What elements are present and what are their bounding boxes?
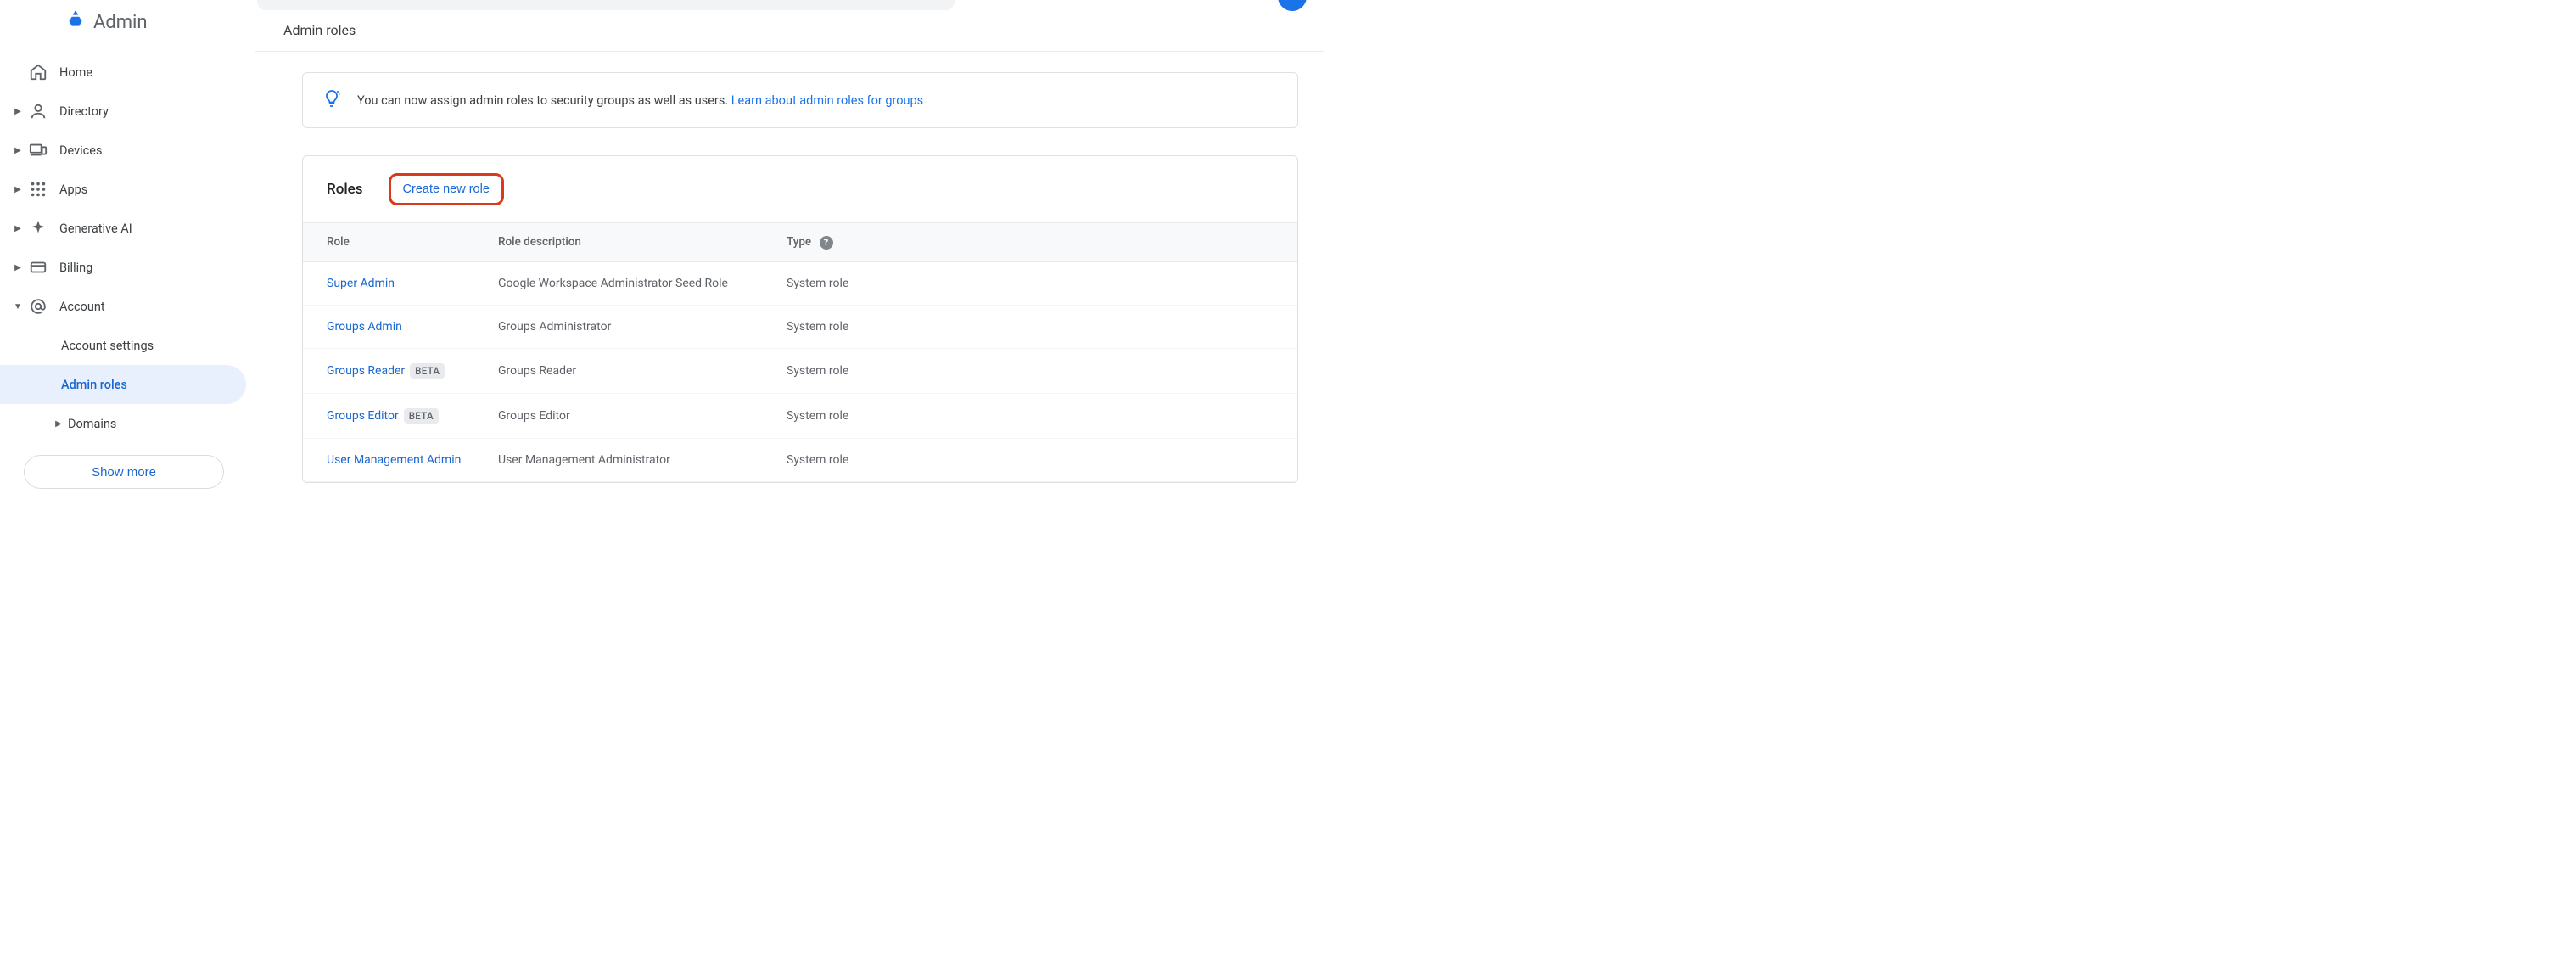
cell-type: System role <box>770 393 1297 438</box>
caret-right-icon: ▶ <box>10 224 25 233</box>
cell-role: User Management Admin <box>303 438 481 481</box>
home-icon <box>25 63 59 81</box>
cell-description: Groups Reader <box>481 348 770 393</box>
brand-row: Admin <box>0 8 255 53</box>
sidebar-item-label: Admin roles <box>61 378 127 392</box>
card-icon <box>25 258 59 277</box>
sidebar-item-apps[interactable]: ▶ Apps <box>0 170 255 209</box>
brand-logo-icon <box>64 8 87 36</box>
at-icon <box>25 297 59 316</box>
sidebar-item-devices[interactable]: ▶ Devices <box>0 131 255 170</box>
role-link[interactable]: Super Admin <box>327 277 395 290</box>
devices-icon <box>25 141 59 160</box>
sidebar-item-label: Account settings <box>61 339 154 353</box>
beta-badge: BETA <box>404 408 439 424</box>
topbar <box>255 0 1324 10</box>
sidebar-item-label: Billing <box>59 261 92 275</box>
cell-description: Groups Editor <box>481 393 770 438</box>
sidebar-item-home[interactable]: Home <box>0 53 255 92</box>
cell-role: Super Admin <box>303 261 481 305</box>
role-link[interactable]: Groups Editor <box>327 409 399 423</box>
banner-link[interactable]: Learn about admin roles for groups <box>731 93 923 108</box>
apps-grid-icon <box>25 180 59 199</box>
cell-type: System role <box>770 438 1297 481</box>
banner-text: You can now assign admin roles to securi… <box>357 93 923 108</box>
sidebar-item-label: Apps <box>59 182 87 197</box>
table-row[interactable]: Groups Admin Groups AdministratorSystem r… <box>303 305 1297 348</box>
cell-role: Groups Editor BETA <box>303 393 481 438</box>
sidebar-nav: Home ▶ Directory ▶ Devices ▶ <box>0 53 255 443</box>
beta-badge: BETA <box>410 363 445 379</box>
roles-card: Roles Create new role Role Role descript… <box>302 155 1298 483</box>
sidebar: Admin Home ▶ Directory ▶ <box>0 0 255 501</box>
sidebar-item-label: Domains <box>68 417 116 431</box>
cell-description: Google Workspace Administrator Seed Role <box>481 261 770 305</box>
cell-role: Groups Admin <box>303 305 481 348</box>
cell-description: Groups Administrator <box>481 305 770 348</box>
caret-right-icon: ▶ <box>10 107 25 116</box>
sidebar-item-label: Directory <box>59 104 109 119</box>
sidebar-item-label: Generative AI <box>59 222 132 236</box>
info-banner: You can now assign admin roles to securi… <box>302 72 1298 128</box>
caret-right-icon: ▶ <box>10 263 25 272</box>
table-row[interactable]: Groups EditorBETAGroups EditorSystem rol… <box>303 393 1297 438</box>
lightbulb-icon <box>322 88 342 112</box>
brand-label: Admin <box>93 12 148 33</box>
table-row[interactable]: Groups ReaderBETAGroups ReaderSystem rol… <box>303 348 1297 393</box>
role-link[interactable]: Groups Admin <box>327 320 402 334</box>
sidebar-item-label: Account <box>59 300 105 314</box>
cell-type: System role <box>770 261 1297 305</box>
cell-type: System role <box>770 305 1297 348</box>
caret-right-icon: ▶ <box>10 146 25 155</box>
column-header-type[interactable]: Type ? <box>770 223 1297 262</box>
sidebar-item-directory[interactable]: ▶ Directory <box>0 92 255 131</box>
sidebar-item-billing[interactable]: ▶ Billing <box>0 248 255 287</box>
sidebar-item-account-settings[interactable]: Account settings <box>0 326 255 365</box>
roles-table: Role Role description Type ? Super Admin… <box>303 222 1297 482</box>
table-row[interactable]: User Management Admin User Management Adm… <box>303 438 1297 481</box>
sparkle-icon <box>25 219 59 238</box>
role-link[interactable]: User Management Admin <box>327 453 461 467</box>
caret-right-icon: ▶ <box>51 419 66 429</box>
role-link[interactable]: Groups Reader <box>327 364 405 378</box>
caret-down-icon: ▼ <box>10 302 25 312</box>
cell-role: Groups Reader BETA <box>303 348 481 393</box>
sidebar-item-generative-ai[interactable]: ▶ Generative AI <box>0 209 255 248</box>
column-header-role[interactable]: Role <box>303 223 481 262</box>
table-row[interactable]: Super Admin Google Workspace Administrato… <box>303 261 1297 305</box>
banner-message: You can now assign admin roles to securi… <box>357 93 731 108</box>
sidebar-item-label: Home <box>59 65 92 80</box>
sidebar-item-domains[interactable]: ▶ Domains <box>0 404 255 443</box>
content: You can now assign admin roles to securi… <box>255 52 1324 483</box>
roles-heading: Roles <box>327 181 363 198</box>
sidebar-item-admin-roles[interactable]: Admin roles <box>0 365 246 404</box>
sidebar-item-label: Devices <box>59 143 102 158</box>
sidebar-item-account[interactable]: ▼ Account <box>0 287 255 326</box>
cell-type: System role <box>770 348 1297 393</box>
person-icon <box>25 102 59 121</box>
show-more-button[interactable]: Show more <box>24 455 224 489</box>
roles-card-head: Roles Create new role <box>303 156 1297 222</box>
column-header-description[interactable]: Role description <box>481 223 770 262</box>
create-new-role-button[interactable]: Create new role <box>391 176 501 203</box>
cell-description: User Management Administrator <box>481 438 770 481</box>
main: Admin roles You can now assign admin rol… <box>255 0 1324 501</box>
column-header-type-label: Type <box>787 235 811 249</box>
search-input[interactable] <box>257 0 955 10</box>
highlight-annotation: Create new role <box>389 173 504 205</box>
page-title: Admin roles <box>255 10 1324 52</box>
help-icon[interactable]: ? <box>820 236 833 250</box>
caret-right-icon: ▶ <box>10 185 25 194</box>
